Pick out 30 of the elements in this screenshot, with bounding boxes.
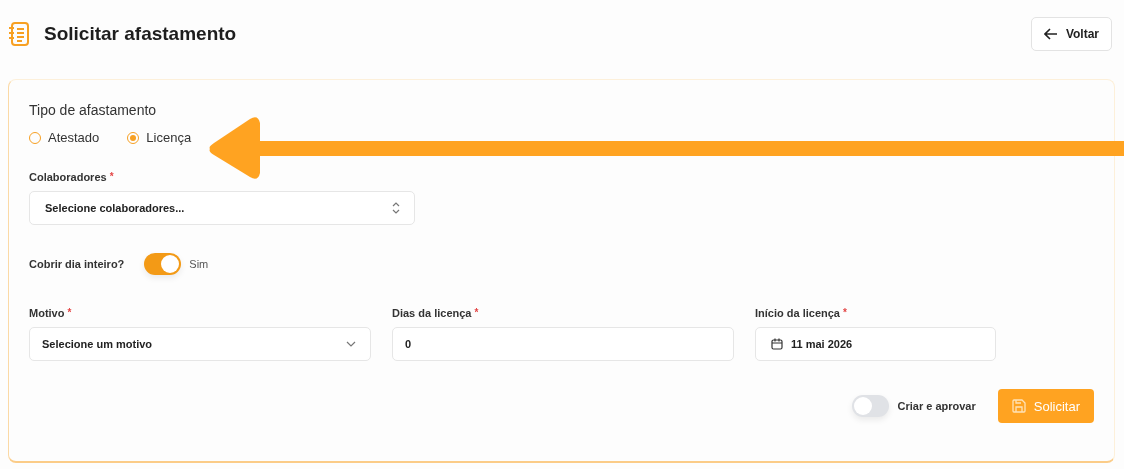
date-field[interactable]: 11 mai 2026: [755, 327, 996, 361]
field-label: Início da licença: [755, 307, 840, 319]
radio-label: Licença: [146, 130, 192, 145]
reason-select[interactable]: Selecione um motivo: [29, 327, 371, 361]
toggle-switch[interactable]: [144, 253, 182, 275]
back-button[interactable]: Voltar: [1030, 17, 1112, 51]
field-label: Colaboradores: [29, 171, 107, 183]
field-label: Tipo de afastamento: [29, 102, 158, 118]
sort-icon: [392, 202, 400, 214]
save-icon: [1011, 399, 1026, 413]
field-label: Motivo: [29, 307, 65, 319]
required-mark: *: [67, 307, 72, 319]
required-mark: *: [843, 307, 847, 319]
required-mark: *: [474, 307, 479, 319]
radio-option[interactable]: Atestado: [29, 130, 100, 145]
toggle-label: Sim: [189, 258, 209, 270]
days-input[interactable]: 0: [392, 327, 734, 361]
field-label: Dias da licença: [392, 307, 472, 319]
field-label: Cobrir dia inteiro?: [29, 258, 125, 270]
notebook-icon: [8, 21, 30, 47]
page-title: Solicitar afastamento: [44, 23, 238, 45]
radio-option[interactable]: Licença: [127, 130, 192, 145]
toggle-label: Criar e aprovar: [897, 400, 976, 412]
calendar-icon: [771, 338, 783, 350]
chevron-down-icon: [346, 341, 356, 347]
collaborators-select[interactable]: Selecione colaboradores...: [29, 191, 415, 225]
radio-label: Atestado: [48, 130, 100, 145]
required-mark: *: [109, 171, 114, 183]
toggle-switch[interactable]: [852, 395, 890, 417]
back-arrow-icon: [1043, 28, 1058, 40]
